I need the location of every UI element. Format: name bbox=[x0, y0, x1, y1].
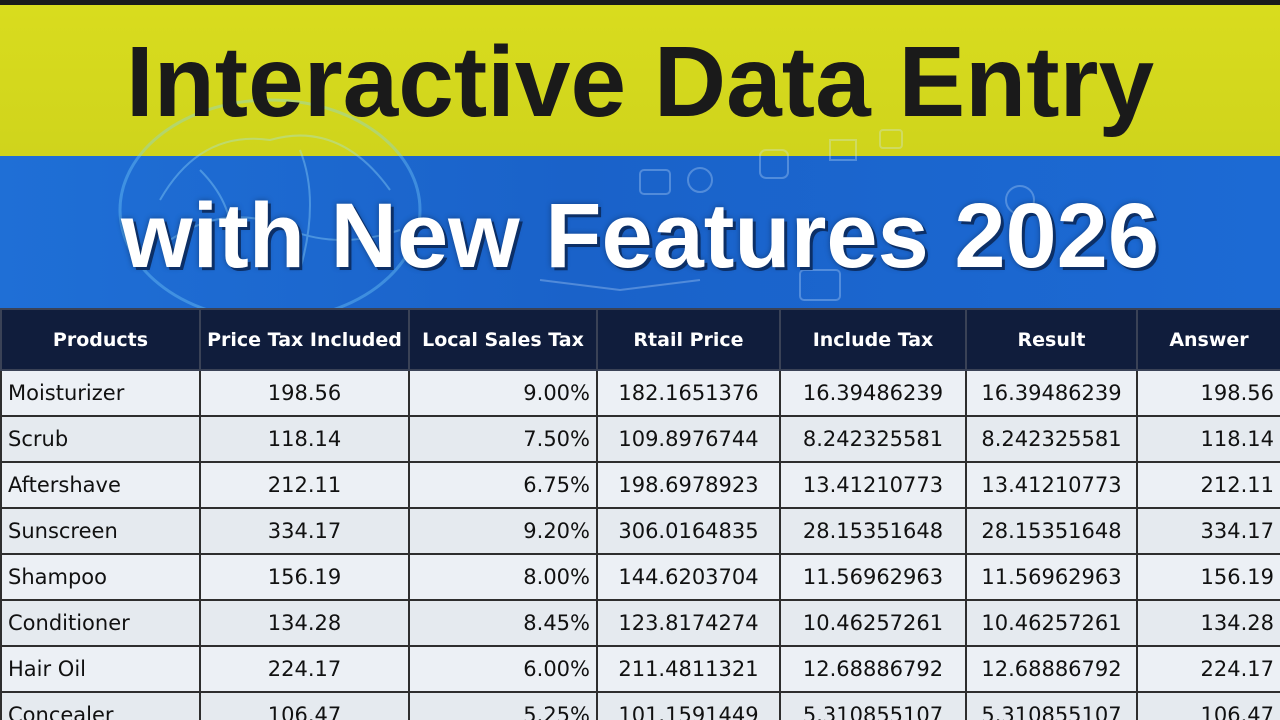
table-row: Moisturizer 198.56 9.00% 182.1651376 16.… bbox=[0, 369, 1280, 417]
cell-result[interactable]: 10.46257261 bbox=[965, 599, 1138, 647]
data-table-area: Products Price Tax Included Local Sales … bbox=[0, 308, 1280, 720]
cell-retail-price[interactable]: 123.8174274 bbox=[596, 599, 781, 647]
data-table: Products Price Tax Included Local Sales … bbox=[0, 308, 1280, 720]
cell-retail-price[interactable]: 109.8976744 bbox=[596, 415, 781, 463]
cell-include-tax[interactable]: 11.56962963 bbox=[779, 553, 967, 601]
header-price-tax-included[interactable]: Price Tax Included bbox=[199, 308, 410, 371]
cell-result[interactable]: 5.310855107 bbox=[965, 691, 1138, 720]
table-row: Concealer 106.47 5.25% 101.1591449 5.310… bbox=[0, 691, 1280, 720]
header-include-tax[interactable]: Include Tax bbox=[779, 308, 967, 371]
cell-product[interactable]: Scrub bbox=[0, 415, 201, 463]
cell-price-tax-included[interactable]: 118.14 bbox=[199, 415, 410, 463]
cell-retail-price[interactable]: 306.0164835 bbox=[596, 507, 781, 555]
cell-local-sales-tax[interactable]: 5.25% bbox=[408, 691, 598, 720]
cell-result[interactable]: 8.242325581 bbox=[965, 415, 1138, 463]
cell-price-tax-included[interactable]: 134.28 bbox=[199, 599, 410, 647]
table-row: Aftershave 212.11 6.75% 198.6978923 13.4… bbox=[0, 461, 1280, 509]
cell-product[interactable]: Aftershave bbox=[0, 461, 201, 509]
thumbnail: Interactive Data Entry with New Features… bbox=[0, 0, 1280, 720]
title-line-2: with New Features 2026 bbox=[121, 185, 1159, 287]
cell-product[interactable]: Concealer bbox=[0, 691, 201, 720]
header-retail-price[interactable]: Rtail Price bbox=[596, 308, 781, 371]
cell-product[interactable]: Shampoo bbox=[0, 553, 201, 601]
cell-price-tax-included[interactable]: 156.19 bbox=[199, 553, 410, 601]
cell-result[interactable]: 12.68886792 bbox=[965, 645, 1138, 693]
cell-local-sales-tax[interactable]: 8.00% bbox=[408, 553, 598, 601]
cell-include-tax[interactable]: 8.242325581 bbox=[779, 415, 967, 463]
header-local-sales-tax[interactable]: Local Sales Tax bbox=[408, 308, 598, 371]
cell-result[interactable]: 16.39486239 bbox=[965, 369, 1138, 417]
cell-result[interactable]: 28.15351648 bbox=[965, 507, 1138, 555]
cell-retail-price[interactable]: 182.1651376 bbox=[596, 369, 781, 417]
table-row: Sunscreen 334.17 9.20% 306.0164835 28.15… bbox=[0, 507, 1280, 555]
cell-local-sales-tax[interactable]: 8.45% bbox=[408, 599, 598, 647]
cell-local-sales-tax[interactable]: 7.50% bbox=[408, 415, 598, 463]
cell-product[interactable]: Sunscreen bbox=[0, 507, 201, 555]
cell-price-tax-included[interactable]: 212.11 bbox=[199, 461, 410, 509]
cell-product[interactable]: Hair Oil bbox=[0, 645, 201, 693]
cell-product[interactable]: Conditioner bbox=[0, 599, 201, 647]
header-products[interactable]: Products bbox=[0, 308, 201, 371]
cell-product[interactable]: Moisturizer bbox=[0, 369, 201, 417]
cell-local-sales-tax[interactable]: 9.20% bbox=[408, 507, 598, 555]
cell-answer[interactable]: 198.56 bbox=[1136, 369, 1280, 417]
cell-local-sales-tax[interactable]: 9.00% bbox=[408, 369, 598, 417]
header-answer[interactable]: Answer bbox=[1136, 308, 1280, 371]
cell-price-tax-included[interactable]: 334.17 bbox=[199, 507, 410, 555]
cell-answer[interactable]: 156.19 bbox=[1136, 553, 1280, 601]
table-row: Conditioner 134.28 8.45% 123.8174274 10.… bbox=[0, 599, 1280, 647]
cell-local-sales-tax[interactable]: 6.00% bbox=[408, 645, 598, 693]
cell-include-tax[interactable]: 13.41210773 bbox=[779, 461, 967, 509]
cell-price-tax-included[interactable]: 106.47 bbox=[199, 691, 410, 720]
title-line-1: Interactive Data Entry bbox=[125, 26, 1155, 138]
cell-answer[interactable]: 118.14 bbox=[1136, 415, 1280, 463]
cell-answer[interactable]: 224.17 bbox=[1136, 645, 1280, 693]
cell-answer[interactable]: 106.47 bbox=[1136, 691, 1280, 720]
cell-include-tax[interactable]: 28.15351648 bbox=[779, 507, 967, 555]
cell-retail-price[interactable]: 198.6978923 bbox=[596, 461, 781, 509]
cell-retail-price[interactable]: 101.1591449 bbox=[596, 691, 781, 720]
header-result[interactable]: Result bbox=[965, 308, 1138, 371]
table-row: Scrub 118.14 7.50% 109.8976744 8.2423255… bbox=[0, 415, 1280, 463]
cell-price-tax-included[interactable]: 198.56 bbox=[199, 369, 410, 417]
table-header-row: Products Price Tax Included Local Sales … bbox=[0, 308, 1280, 371]
cell-answer[interactable]: 134.28 bbox=[1136, 599, 1280, 647]
cell-answer[interactable]: 212.11 bbox=[1136, 461, 1280, 509]
cell-price-tax-included[interactable]: 224.17 bbox=[199, 645, 410, 693]
table-row: Hair Oil 224.17 6.00% 211.4811321 12.688… bbox=[0, 645, 1280, 693]
cell-include-tax[interactable]: 16.39486239 bbox=[779, 369, 967, 417]
cell-retail-price[interactable]: 144.6203704 bbox=[596, 553, 781, 601]
cell-include-tax[interactable]: 10.46257261 bbox=[779, 599, 967, 647]
cell-retail-price[interactable]: 211.4811321 bbox=[596, 645, 781, 693]
cell-answer[interactable]: 334.17 bbox=[1136, 507, 1280, 555]
cell-result[interactable]: 11.56962963 bbox=[965, 553, 1138, 601]
cell-include-tax[interactable]: 5.310855107 bbox=[779, 691, 967, 720]
table-row: Shampoo 156.19 8.00% 144.6203704 11.5696… bbox=[0, 553, 1280, 601]
cell-include-tax[interactable]: 12.68886792 bbox=[779, 645, 967, 693]
cell-local-sales-tax[interactable]: 6.75% bbox=[408, 461, 598, 509]
cell-result[interactable]: 13.41210773 bbox=[965, 461, 1138, 509]
